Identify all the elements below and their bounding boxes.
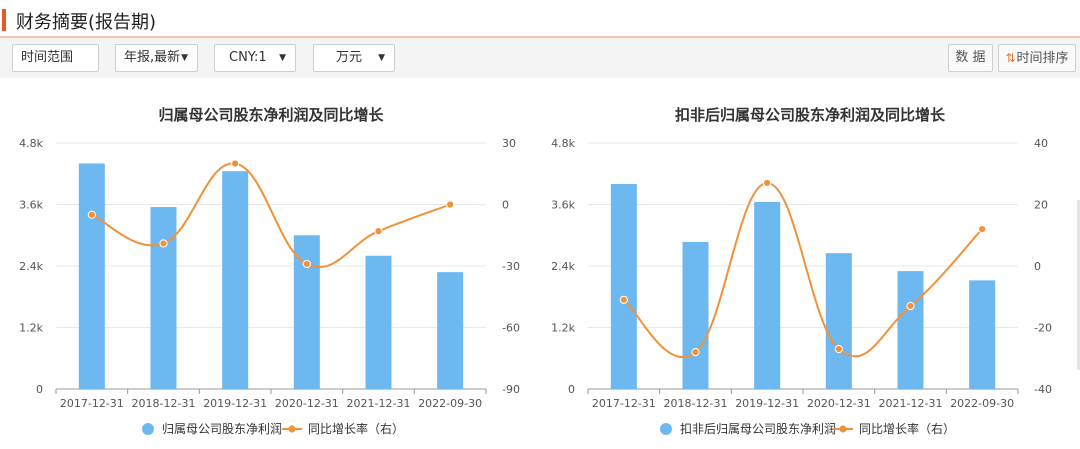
y-right-tick-label: -30 (502, 260, 520, 273)
y-right-tick-label: 40 (1034, 137, 1048, 150)
y-left-tick-label: 2.4k (551, 260, 575, 273)
y-right-tick-label: -90 (502, 383, 520, 396)
y-right-tick-label: -40 (1034, 383, 1052, 396)
x-tick-label: 2020-12-31 (275, 397, 339, 410)
currency-select[interactable]: CNY:1 ▼ (214, 44, 296, 72)
time-range-label: 时间范围 (21, 50, 74, 65)
time-range-button[interactable]: 时间范围 (12, 44, 99, 72)
legend-line-dot (839, 425, 847, 433)
growth-rate-point (978, 225, 987, 234)
legend-bar-marker (660, 423, 672, 435)
bar (897, 271, 924, 389)
x-tick-label: 2020-12-31 (807, 397, 871, 410)
header: 财务摘要(报告期) (0, 0, 1080, 38)
x-tick-label: 2021-12-31 (879, 397, 943, 410)
unit-select-value: 万元 (336, 50, 363, 65)
chart-title: 归属母公司股东净利润及同比增长 (158, 106, 384, 124)
triangle-down-icon: ▼ (279, 53, 286, 63)
growth-rate-point (619, 295, 628, 304)
bar (969, 280, 996, 389)
section-accent-bar (2, 9, 6, 31)
legend-bar-label: 扣非后归属母公司股东净利润 (680, 422, 836, 436)
growth-rate-point (906, 301, 915, 311)
y-right-tick-label: 30 (502, 137, 516, 150)
x-tick-label: 2018-12-31 (664, 397, 728, 410)
y-left-tick-label: 2.4k (19, 260, 43, 273)
up-down-arrows-icon: ⇅ (1005, 51, 1016, 65)
sort-button-label: 时间排序 (1016, 51, 1069, 66)
x-tick-label: 2019-12-31 (203, 397, 267, 410)
growth-rate-point (834, 344, 843, 354)
x-tick-label: 2017-12-31 (592, 397, 656, 410)
y-right-tick-label: 0 (1034, 260, 1041, 273)
x-tick-label: 2018-12-31 (132, 397, 196, 410)
x-tick-label: 2019-12-31 (735, 397, 799, 410)
bar (754, 201, 781, 389)
bar (682, 241, 709, 389)
deducted-net-profit-chart: 扣非后归属母公司股东净利润及同比增长 0 1.2k 2.4k 3.6k 4.8k -40 -2… (551, 106, 1052, 436)
y-left-tick-label: 0 (568, 383, 575, 396)
growth-rate-line (623, 181, 983, 359)
toolbar: 时间范围 年报,最新 ▼ CNY:1 ▼ 万元 ▼ 数 据 ⇅时间排序 (0, 38, 1080, 78)
y-left-tick-label: 4.8k (19, 137, 43, 150)
y-right-tick-label: 20 (1034, 199, 1048, 212)
y-left-tick-label: 0 (36, 383, 43, 396)
growth-rate-point (446, 200, 455, 209)
period-select[interactable]: 年报,最新 ▼ (115, 44, 198, 72)
x-tick-label: 2022-09-30 (950, 397, 1014, 410)
data-button[interactable]: 数 据 (948, 44, 993, 72)
y-left-tick-label: 1.2k (551, 322, 575, 335)
chart-title: 扣非后归属母公司股东净利润及同比增长 (675, 106, 946, 124)
y-left-tick-label: 4.8k (551, 137, 575, 150)
legend-line-label: 同比增长率（右） (859, 421, 955, 436)
bar (825, 253, 852, 389)
growth-rate-point (159, 239, 168, 248)
bar (78, 163, 105, 389)
bar (610, 184, 637, 389)
y-right-tick-label: 0 (502, 199, 509, 212)
bar (365, 255, 392, 389)
bar (150, 207, 177, 389)
growth-rate-point (374, 227, 383, 236)
net-profit-chart: 归属母公司股东净利润及同比增长 0 1.2k 2.4k 3.6k 4.8k -90 -60 -3… (19, 106, 520, 436)
currency-select-value: CNY:1 (229, 50, 267, 65)
y-right-tick-label: -20 (1034, 322, 1052, 335)
growth-rate-point (231, 159, 240, 168)
legend-line-label: 同比增长率（右） (308, 421, 404, 436)
y-left-tick-label: 1.2k (19, 322, 43, 335)
sort-button[interactable]: ⇅时间排序 (998, 44, 1076, 72)
growth-rate-point (302, 259, 311, 269)
growth-rate-point (763, 178, 772, 188)
page-title: 财务摘要(报告期) (16, 12, 157, 33)
bar (437, 272, 464, 389)
unit-select[interactable]: 万元 ▼ (313, 44, 395, 72)
y-left-tick-label: 3.6k (551, 199, 575, 212)
period-select-value: 年报,最新 (124, 50, 181, 65)
growth-rate-point (691, 348, 700, 357)
data-button-label: 数 据 (955, 50, 986, 65)
y-left-tick-label: 3.6k (19, 199, 43, 212)
x-tick-label: 2022-09-30 (418, 397, 482, 410)
triangle-down-icon: ▼ (378, 53, 385, 63)
y-right-tick-label: -60 (502, 322, 520, 335)
bar (222, 171, 249, 389)
growth-rate-point (87, 210, 96, 219)
legend-bar-marker (142, 423, 154, 435)
x-tick-label: 2021-12-31 (347, 397, 411, 410)
growth-rate-line (91, 162, 451, 268)
x-tick-label: 2017-12-31 (60, 397, 124, 410)
legend-bar-label: 归属母公司股东净利润 (162, 422, 282, 436)
triangle-down-icon: ▼ (181, 53, 188, 63)
legend-line-dot (288, 425, 296, 433)
